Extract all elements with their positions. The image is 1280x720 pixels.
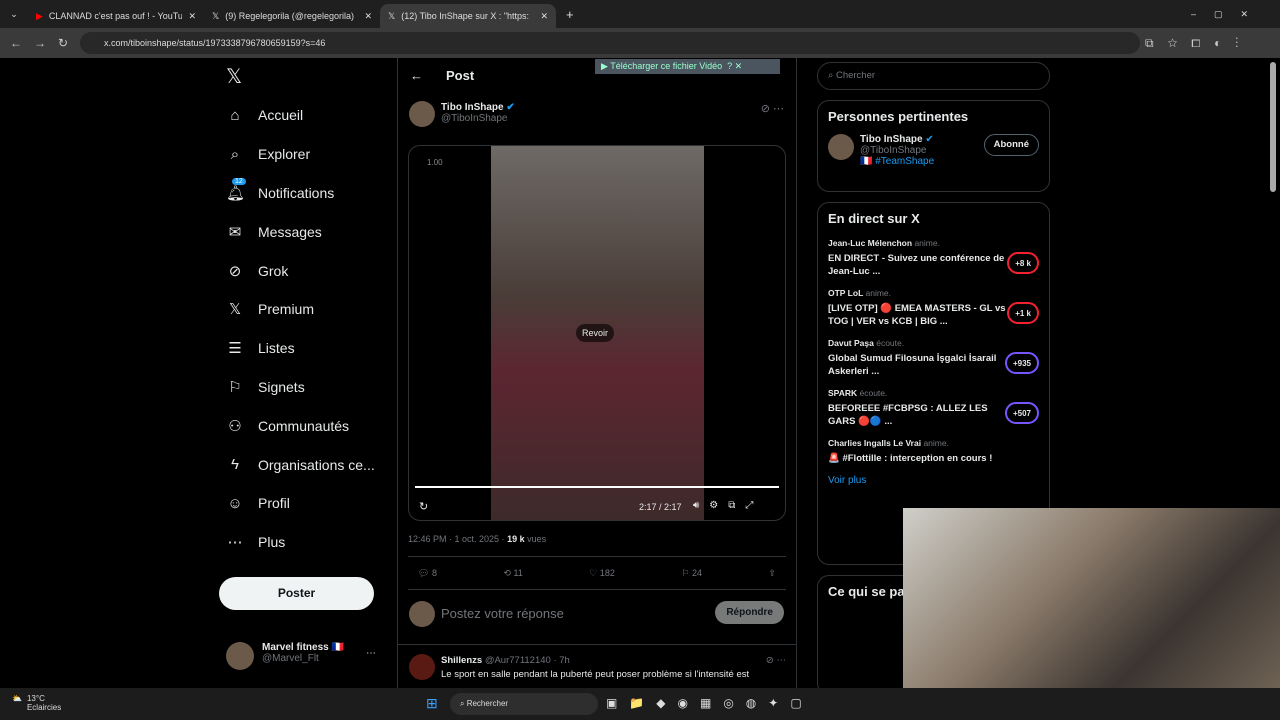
sidebar-item-messages[interactable]: ✉ Messages	[218, 212, 398, 251]
video-progress-bar[interactable]	[415, 486, 779, 488]
address-bar-row: ←→↻ x.com/tiboinshape/status/19733387967…	[0, 28, 1280, 58]
search-input[interactable]: ⌕ Chercher	[817, 62, 1050, 90]
taskbar-apps[interactable]: ▣📁◆◉▦◎◍✦▢	[606, 696, 814, 710]
url-field[interactable]: x.com/tiboinshape/status/197333879678065…	[80, 32, 1140, 54]
weather-icon: ⛅	[12, 694, 22, 703]
download-video-bar[interactable]: ▶ Télécharger ce fichier Vidéo ? ✕	[595, 59, 780, 74]
account-switcher[interactable]: Marvel fitness 🇫🇷 @Marvel_Flt ⋯	[226, 642, 376, 670]
windows-start-icon[interactable]: ⊞	[426, 695, 438, 712]
post-meta: 12:46 PM · 1 oct. 2025 · 19 k vues	[408, 534, 547, 544]
repost-button[interactable]: ⟲ 11	[503, 568, 522, 579]
webcam-overlay	[903, 508, 1280, 688]
live-item[interactable]: Jean-Luc Mélenchon anime. EN DIRECT - Sui…	[828, 238, 1039, 278]
live-item[interactable]: Davut Paşa écoute. Global Sumud Filosuna …	[828, 338, 1039, 378]
tab-regelegorila[interactable]: 𝕏 (9) Regelegorila (@regelegorila) ✕	[204, 4, 380, 28]
lightning-icon: ϟ	[231, 456, 239, 474]
scrollbar[interactable]	[1270, 62, 1276, 192]
sidebar-item-premium[interactable]: 𝕏 Premium	[218, 290, 398, 329]
reply-input[interactable]: Postez votre réponse	[441, 606, 564, 621]
profile-icon: ☺	[227, 494, 243, 512]
sidebar-nav: ⌂ Accueil ⌕ Explorer 🔔︎ 12 Notifications ✉ Me…	[218, 96, 398, 562]
home-icon: ⌂	[230, 106, 240, 124]
reply-avatar[interactable]	[409, 654, 435, 680]
weather-widget[interactable]: ⛅ 13°C Eclaircies	[12, 694, 61, 712]
x-logo-icon[interactable]: 𝕏	[226, 64, 242, 89]
mail-icon: ✉	[228, 223, 242, 241]
my-avatar	[409, 601, 435, 627]
youtube-icon: ▶	[36, 10, 43, 21]
sidebar-item-accueil[interactable]: ⌂ Accueil	[218, 96, 398, 135]
video-time: 2:17 / 2:17	[639, 502, 682, 512]
bookmark-button[interactable]: ⚐ 24	[681, 568, 702, 579]
x-logo-icon: 𝕏	[212, 10, 220, 21]
like-button[interactable]: ♡ 182	[589, 568, 615, 579]
author-name[interactable]: Tibo InShape	[441, 102, 504, 113]
live-item[interactable]: Charlies Ingalls Le Vrai anime. 🚨 #Flotti…	[828, 438, 1039, 465]
communities-icon: ⚇	[228, 417, 242, 435]
author-avatar[interactable]	[409, 101, 435, 127]
taskbar-search[interactable]: ⌕ Rechercher	[450, 693, 598, 715]
sidebar-item-explorer[interactable]: ⌕ Explorer	[218, 135, 398, 174]
live-item[interactable]: SPARK écoute. BEFOREEE #FCBPSG : ALLEZ LE…	[828, 388, 1039, 428]
main-column: ← Post ▶ Télécharger ce fichier Vidéo ? …	[397, 58, 797, 688]
taskbar: ⛅ 13°C Eclaircies ⊞ ⌕ Rechercher ▣📁◆◉▦◎◍✦▢	[0, 688, 1280, 720]
tab-tibo[interactable]: 𝕏 (12) Tibo InShape sur X : "https: ✕	[380, 4, 556, 28]
window-controls[interactable]: –▢✕	[1191, 9, 1280, 20]
sidebar-item-profil[interactable]: ☺ Profil	[218, 484, 398, 523]
grok-more-icons[interactable]: ⊘ ⋯	[761, 102, 784, 115]
post-button[interactable]: Poster	[219, 577, 374, 610]
search-icon: ⌕	[230, 145, 240, 163]
following-button[interactable]: Abonné	[983, 134, 1039, 156]
verified-icon: ✔	[506, 102, 515, 113]
tab-bar: ⌄ ▶ CLANNAD c'est pas ouf ! - YouTube ✕ 𝕏(…	[0, 0, 1280, 28]
sidebar-item-communautes[interactable]: ⚇ Communautés	[218, 406, 398, 445]
new-tab-button[interactable]: +	[566, 7, 574, 22]
avatar[interactable]	[828, 134, 854, 160]
reply-submit-button[interactable]: Répondre	[715, 601, 784, 624]
post-actions: 💬︎ 8 ⟲ 11 ♡ 182 ⚐ 24 ⇪	[408, 556, 786, 590]
sidebar-item-plus[interactable]: ⋯ Plus	[218, 523, 398, 562]
nav-buttons[interactable]: ←→↻	[10, 36, 80, 50]
x-logo-icon: 𝕏	[388, 10, 396, 21]
replay-button[interactable]: Revoir	[576, 324, 615, 342]
x-icon: 𝕏	[228, 301, 242, 319]
see-more-link[interactable]: Voir plus	[828, 475, 1039, 486]
more-icon[interactable]: ⋯	[366, 648, 376, 670]
playback-speed: 1.00	[427, 158, 443, 167]
reply-button[interactable]: 💬︎ 8	[418, 568, 437, 579]
sidebar-item-signets[interactable]: ⚐ Signets	[218, 368, 398, 407]
close-icon[interactable]: ✕	[540, 11, 548, 22]
sidebar-item-notifications[interactable]: 🔔︎ 12 Notifications	[218, 174, 398, 213]
replay-icon[interactable]: ↻	[419, 500, 428, 513]
close-icon[interactable]: ✕	[364, 11, 372, 22]
live-item[interactable]: OTP LoL anime. [LIVE OTP] 🔴 EMEA MASTERS …	[828, 288, 1039, 328]
list-icon: ☰	[228, 340, 242, 358]
close-icon[interactable]: ✕	[188, 11, 196, 22]
notification-badge: 12	[232, 177, 246, 185]
video-player[interactable]: 1.00 Revoir ↻ 2:17 / 2:17 🔊︎⚙⧉⤢	[408, 145, 786, 521]
tab-list-icon[interactable]: ⌄	[0, 9, 28, 20]
browser-actions[interactable]: ⧉☆⧠◐⋮	[1145, 36, 1252, 51]
video-controls[interactable]: 🔊︎⚙⧉⤢	[693, 500, 763, 511]
more-icon: ⋯	[227, 534, 243, 552]
avatar	[226, 642, 254, 670]
share-button[interactable]: ⇪	[768, 568, 776, 579]
sidebar-item-listes[interactable]: ☰ Listes	[218, 329, 398, 368]
sidebar-item-organisations[interactable]: ϟ Organisations ce...	[218, 445, 398, 484]
sidebar-item-grok[interactable]: ⊘ Grok	[218, 251, 398, 290]
tab-youtube[interactable]: ▶ CLANNAD c'est pas ouf ! - YouTube ✕	[28, 4, 204, 28]
author-handle[interactable]: @TiboInShape	[441, 113, 515, 124]
relevant-people: Personnes pertinentes Tibo InShape ✔ @Tib…	[817, 100, 1050, 192]
bookmark-icon: ⚐	[228, 378, 242, 396]
bell-icon: 🔔︎ 12	[226, 177, 246, 202]
grok-icon: ⊘	[228, 262, 242, 280]
reply-tweet[interactable]: Shillenzs @Aur77112140 · 7h ⊘ ⋯ Le sport …	[441, 655, 786, 680]
back-arrow-icon[interactable]: ←	[410, 68, 423, 83]
page-title: Post	[446, 68, 475, 83]
